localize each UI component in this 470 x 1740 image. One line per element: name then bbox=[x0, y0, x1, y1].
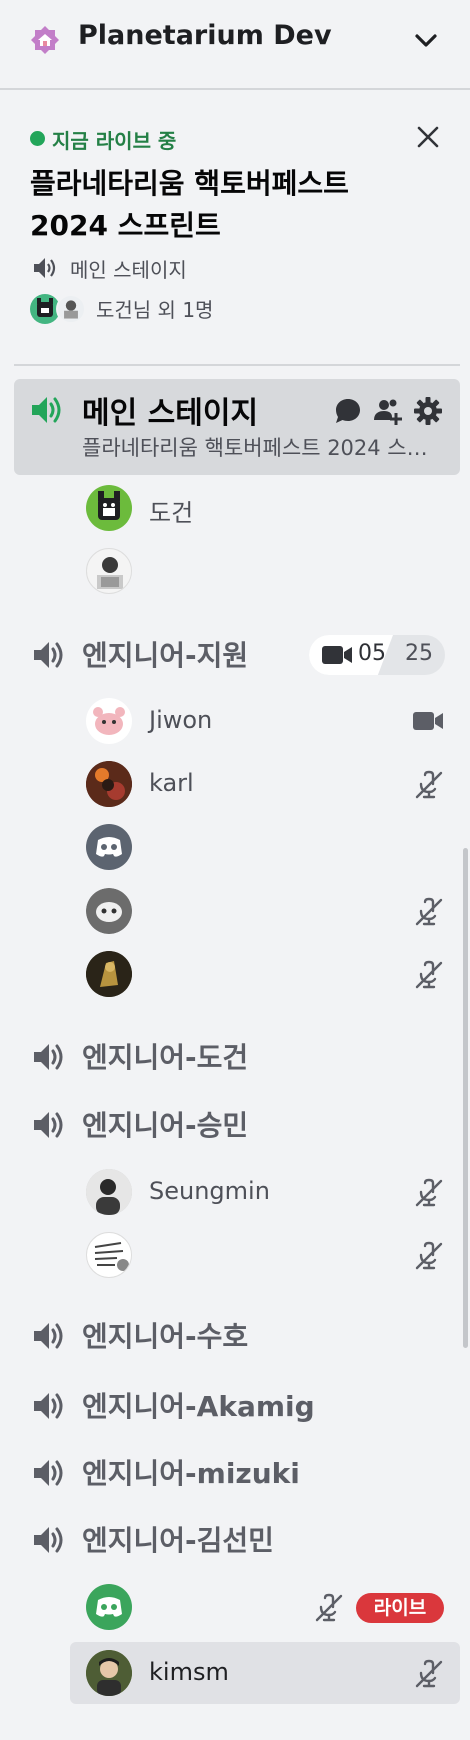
video-camera-icon bbox=[413, 712, 443, 730]
video-user-limit: 25 bbox=[405, 641, 433, 666]
stage-speaker-icon bbox=[34, 258, 56, 278]
event-title[interactable]: 플라네타리움 핵토버페스트 2024 스프린트 bbox=[30, 163, 390, 247]
chevron-down-icon[interactable] bbox=[412, 26, 440, 54]
voice-channel-name[interactable]: 엔지니어-도건 bbox=[82, 1036, 248, 1076]
mic-muted-icon bbox=[315, 1593, 343, 1622]
member-name[interactable]: kimsm bbox=[149, 1658, 229, 1686]
mic-muted-icon bbox=[415, 1659, 443, 1688]
member-name[interactable]: Jiwon bbox=[149, 706, 212, 734]
speaker-icon bbox=[34, 1460, 63, 1486]
chat-bubble-icon[interactable] bbox=[333, 396, 363, 426]
voice-channel-name[interactable]: 엔지니어-승민 bbox=[82, 1104, 248, 1144]
avatar[interactable] bbox=[86, 1650, 132, 1696]
avatar[interactable] bbox=[86, 698, 132, 744]
avatar[interactable] bbox=[86, 761, 132, 807]
stage-channel-name: 메인 스테이지 bbox=[82, 396, 259, 431]
mic-muted-icon bbox=[415, 897, 443, 926]
speaker-icon bbox=[34, 1393, 63, 1419]
speaker-icon bbox=[34, 1112, 63, 1138]
gear-icon[interactable] bbox=[413, 396, 443, 426]
avatar[interactable] bbox=[86, 485, 132, 531]
live-status-label: 지금 라이브 중 bbox=[52, 129, 177, 153]
avatar[interactable] bbox=[86, 548, 132, 594]
voice-channel-name[interactable]: 엔지니어-Akamig bbox=[82, 1385, 315, 1425]
member-name[interactable]: 도건 bbox=[149, 493, 193, 528]
event-hosts-text: 도건님 외 1명 bbox=[96, 298, 214, 322]
voice-channel-name[interactable]: 엔지니어-김선민 bbox=[82, 1519, 274, 1559]
divider bbox=[14, 364, 460, 366]
video-user-count: 05 bbox=[358, 641, 386, 666]
video-camera-icon bbox=[322, 646, 352, 664]
stage-channel-topic: 플라네타리움 핵토버페스트 2024 스프린트 bbox=[82, 436, 442, 460]
server-house-icon bbox=[31, 26, 59, 54]
speaker-icon bbox=[34, 1527, 63, 1553]
live-badge[interactable]: 라이브 bbox=[356, 1593, 444, 1623]
invite-people-icon[interactable] bbox=[373, 396, 403, 426]
host-avatar bbox=[56, 294, 86, 324]
member-name[interactable]: karl bbox=[149, 769, 194, 797]
voice-channel-name[interactable]: 엔지니어-수호 bbox=[82, 1315, 248, 1355]
server-name: Planetarium Dev bbox=[78, 20, 332, 51]
mic-muted-icon bbox=[415, 960, 443, 989]
speaker-icon bbox=[34, 1323, 63, 1349]
avatar[interactable] bbox=[86, 888, 132, 934]
mic-muted-icon bbox=[415, 1241, 443, 1270]
event-stage-name: 메인 스테이지 bbox=[70, 258, 187, 282]
avatar[interactable] bbox=[86, 951, 132, 997]
avatar[interactable] bbox=[86, 1232, 132, 1278]
speaker-icon bbox=[34, 1044, 63, 1070]
live-indicator-dot bbox=[30, 131, 45, 146]
scrollbar[interactable] bbox=[463, 848, 468, 1348]
close-icon[interactable] bbox=[415, 124, 441, 150]
voice-channel-name[interactable]: 엔지니어-지원 bbox=[82, 634, 248, 674]
speaker-icon bbox=[34, 642, 63, 668]
mic-muted-icon bbox=[415, 1178, 443, 1207]
voice-channel-name[interactable]: 엔지니어-mizuki bbox=[82, 1452, 300, 1492]
stage-speaker-icon bbox=[32, 397, 61, 423]
member-name[interactable]: Seungmin bbox=[149, 1177, 270, 1205]
avatar[interactable] bbox=[86, 1169, 132, 1215]
avatar[interactable] bbox=[86, 1584, 132, 1630]
mic-muted-icon bbox=[415, 770, 443, 799]
avatar[interactable] bbox=[86, 824, 132, 870]
